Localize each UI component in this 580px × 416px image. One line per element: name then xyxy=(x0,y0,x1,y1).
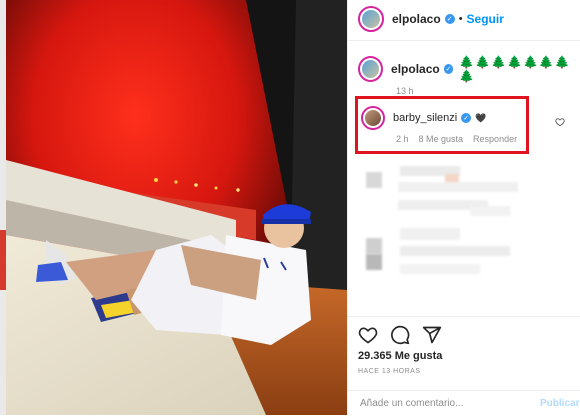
hidden-comment-block xyxy=(398,182,518,192)
verified-badge-icon: ✓ xyxy=(444,14,455,24)
hidden-comment-block xyxy=(400,228,460,240)
author-avatar-image xyxy=(362,10,380,28)
heart-outline-icon[interactable] xyxy=(358,325,378,345)
caption-time: 13 h xyxy=(396,86,414,96)
verified-badge-icon: ✓ xyxy=(443,64,454,74)
heart-small-icon[interactable] xyxy=(555,117,565,127)
paper-plane-icon[interactable] xyxy=(422,325,442,345)
comment-input[interactable] xyxy=(360,398,520,409)
hidden-comment-block xyxy=(400,246,510,256)
actions-divider xyxy=(347,316,580,317)
author-avatar[interactable] xyxy=(358,6,384,32)
caption-avatar-image xyxy=(362,60,380,78)
post-timestamp: HACE 13 HORAS xyxy=(358,368,421,375)
likes-count[interactable]: 29.365 Me gusta xyxy=(358,350,442,362)
post-header: elpolaco ✓ • Seguir xyxy=(358,6,504,32)
post-photo[interactable] xyxy=(6,0,347,415)
caption-username[interactable]: elpolaco xyxy=(391,62,440,76)
publish-button[interactable]: Publicar xyxy=(540,398,579,409)
post-photo-graphic xyxy=(6,0,347,415)
comment-bar: Publicar xyxy=(347,390,580,416)
hidden-comment-block xyxy=(366,254,382,270)
caption-avatar[interactable] xyxy=(358,56,384,82)
comment-bubble-icon[interactable] xyxy=(390,325,410,345)
hidden-comment-block xyxy=(366,238,382,254)
highlight-box xyxy=(355,96,529,154)
post-actions xyxy=(358,325,442,345)
separator-dot: • xyxy=(458,13,463,25)
caption-row: elpolaco ✓ 🌲🌲🌲🌲🌲🌲🌲🌲 xyxy=(358,55,580,83)
hidden-comment-block xyxy=(366,172,382,188)
caption-text: 🌲🌲🌲🌲🌲🌲🌲🌲 xyxy=(459,55,571,83)
author-username[interactable]: elpolaco xyxy=(392,12,441,26)
hidden-comment-block xyxy=(470,206,510,216)
follow-button[interactable]: Seguir xyxy=(467,12,504,26)
hidden-comment-block xyxy=(400,264,480,274)
header-divider xyxy=(347,40,580,41)
